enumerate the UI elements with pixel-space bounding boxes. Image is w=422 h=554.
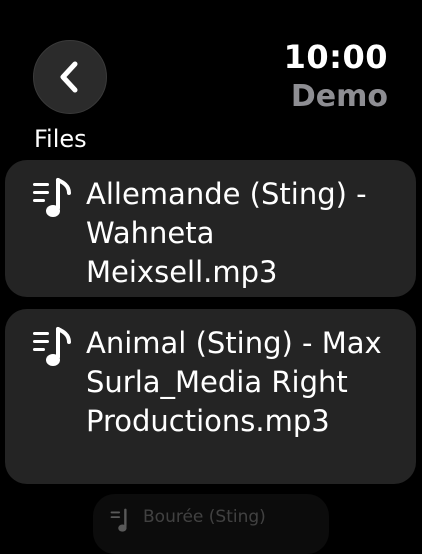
file-list-item[interactable]: Allemande (Sting) - Wahneta Meixsell.mp3 (5, 160, 416, 297)
back-button[interactable] (33, 40, 107, 114)
file-name: Animal (Sting) - Max Surla_Media Right P… (86, 326, 382, 438)
file-name: Allemande (Sting) - Wahneta Meixsell.mp3 (86, 177, 367, 289)
playlist-music-icon (33, 327, 71, 366)
clock-time: 10:00 (283, 38, 388, 76)
chevron-left-icon (60, 61, 78, 93)
playlist-music-icon (110, 508, 127, 532)
app-title: Demo (290, 79, 388, 114)
playlist-music-icon (33, 178, 71, 217)
section-label-files: Files (34, 125, 87, 153)
file-list-item[interactable]: Bourée (Sting) (93, 494, 329, 554)
file-name: Bourée (Sting) (143, 507, 266, 527)
file-list-item[interactable]: Animal (Sting) - Max Surla_Media Right P… (5, 309, 416, 484)
